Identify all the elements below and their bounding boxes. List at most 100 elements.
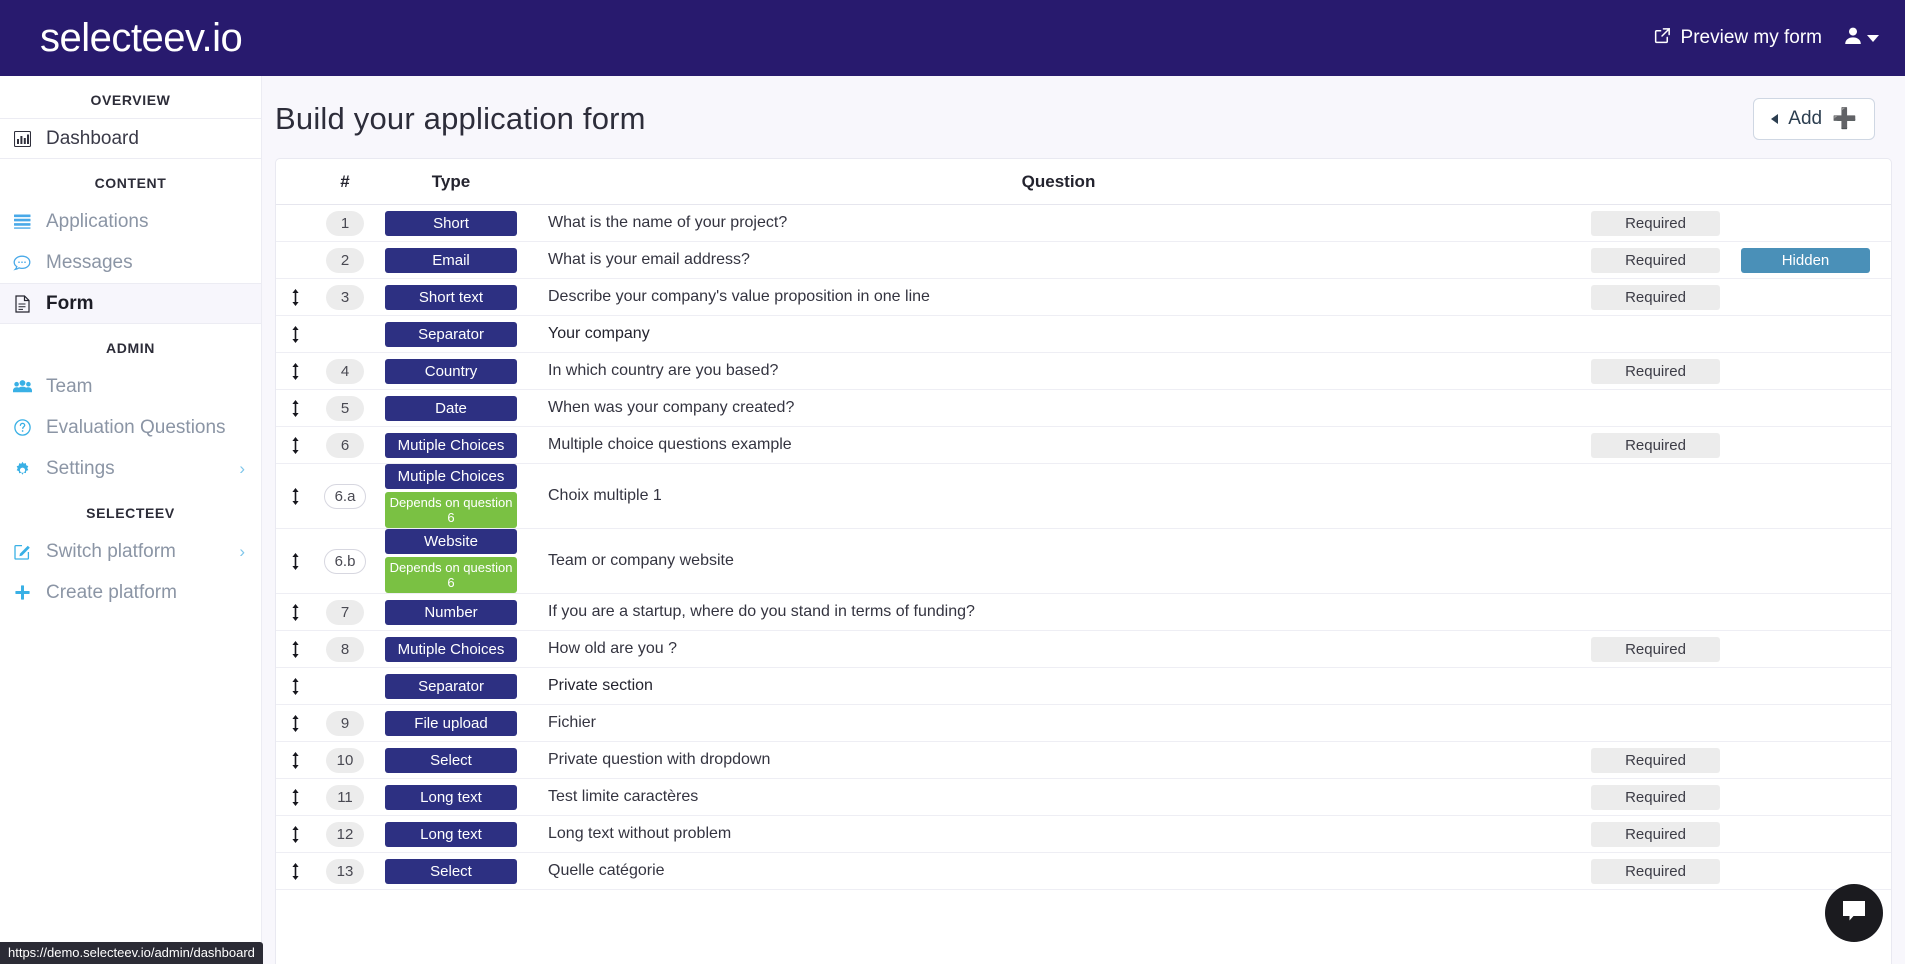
row-question-text[interactable]: Quelle catégorie xyxy=(526,862,1591,880)
drag-handle-icon[interactable] xyxy=(276,862,314,880)
table-row[interactable]: 5 Date When was your company created? xyxy=(276,390,1891,427)
sidebar-item-dashboard[interactable]: Dashboard xyxy=(0,118,261,159)
required-badge[interactable]: Required xyxy=(1591,284,1720,310)
drag-handle-icon[interactable] xyxy=(276,325,314,343)
row-number-badge: 5 xyxy=(326,395,364,421)
required-badge[interactable]: Required xyxy=(1591,636,1720,662)
drag-handle-icon[interactable] xyxy=(276,552,314,570)
question-type-badge[interactable]: Mutiple Choices xyxy=(385,464,517,489)
add-question-button[interactable]: Add ➕ xyxy=(1753,98,1875,140)
question-type-badge[interactable]: Date xyxy=(385,395,517,421)
sidebar-item-applications[interactable]: Applications xyxy=(0,201,261,242)
sidebar-item-evaluation-questions[interactable]: Evaluation Questions xyxy=(0,407,261,448)
drag-handle-icon[interactable] xyxy=(276,487,314,505)
required-badge[interactable]: Required xyxy=(1591,247,1720,273)
required-badge[interactable]: Required xyxy=(1591,821,1720,847)
question-type-badge[interactable]: Short text xyxy=(385,284,517,310)
sidebar-item-messages[interactable]: Messages xyxy=(0,242,261,283)
question-type-badge[interactable]: Separator xyxy=(385,321,517,347)
drag-handle-icon[interactable] xyxy=(276,677,314,695)
row-question-text[interactable]: Choix multiple 1 xyxy=(526,487,1591,505)
required-badge[interactable]: Required xyxy=(1591,858,1720,884)
row-question-text[interactable]: Private question with dropdown xyxy=(526,751,1591,769)
table-row[interactable]: 7 Number If you are a startup, where do yo… xyxy=(276,594,1891,631)
table-row[interactable]: 2 Email What is your email address? Require… xyxy=(276,242,1891,279)
table-row[interactable]: 9 File upload Fichier xyxy=(276,705,1891,742)
question-type-badge[interactable]: Website xyxy=(385,529,517,554)
question-type-badge[interactable]: Select xyxy=(385,858,517,884)
question-type-badge[interactable]: File upload xyxy=(385,710,517,736)
drag-handle-icon[interactable] xyxy=(276,640,314,658)
sidebar-item-form[interactable]: Form xyxy=(0,283,261,324)
row-question-text[interactable]: Your company xyxy=(526,325,1591,343)
row-type-cell: Separator xyxy=(376,673,526,699)
app-logo[interactable]: selecteev.io xyxy=(40,16,243,61)
table-row[interactable]: 1 Short What is the name of your project? R… xyxy=(276,205,1891,242)
hidden-badge[interactable]: Hidden xyxy=(1741,247,1870,273)
required-badge[interactable]: Required xyxy=(1591,784,1720,810)
table-row[interactable]: 3 Short text Describe your company's value… xyxy=(276,279,1891,316)
question-type-badge[interactable]: Mutiple Choices xyxy=(385,636,517,662)
row-question-text[interactable]: How old are you ? xyxy=(526,640,1591,658)
sidebar-item-label: Applications xyxy=(46,210,149,232)
question-type-badge[interactable]: Long text xyxy=(385,784,517,810)
table-row[interactable]: 12 Long text Long text without problem Requ… xyxy=(276,816,1891,853)
row-question-text[interactable]: Multiple choice questions example xyxy=(526,436,1591,454)
row-question-text[interactable]: Long text without problem xyxy=(526,825,1591,843)
table-row[interactable]: 8 Mutiple Choices How old are you ? Require… xyxy=(276,631,1891,668)
question-type-badge[interactable]: Separator xyxy=(385,673,517,699)
drag-handle-icon[interactable] xyxy=(276,362,314,380)
row-type-cell: Separator xyxy=(376,321,526,347)
table-row[interactable]: Separator Your company xyxy=(276,316,1891,353)
sidebar-item-create-platform[interactable]: Create platform xyxy=(0,572,261,613)
required-badge[interactable]: Required xyxy=(1591,210,1720,236)
table-row[interactable]: 10 Select Private question with dropdown Re… xyxy=(276,742,1891,779)
row-question-text[interactable]: Team or company website xyxy=(526,552,1591,570)
table-row[interactable]: 6.b Website Depends on question 6 Team or c… xyxy=(276,529,1891,594)
drag-handle-icon[interactable] xyxy=(276,825,314,843)
depends-on-badge[interactable]: Depends on question 6 xyxy=(385,492,517,528)
question-type-badge[interactable]: Short xyxy=(385,210,517,236)
question-type-badge[interactable]: Mutiple Choices xyxy=(385,432,517,458)
table-row[interactable]: 6 Mutiple Choices Multiple choice question… xyxy=(276,427,1891,464)
sidebar-item-switch-platform[interactable]: Switch platform › xyxy=(0,531,261,572)
row-question-text[interactable]: Fichier xyxy=(526,714,1591,732)
drag-handle-icon[interactable] xyxy=(276,714,314,732)
drag-handle-icon[interactable] xyxy=(276,399,314,417)
row-question-text[interactable]: Test limite caractères xyxy=(526,788,1591,806)
drag-handle-icon[interactable] xyxy=(276,751,314,769)
row-number-cell: 6 xyxy=(314,432,376,458)
question-type-badge[interactable]: Long text xyxy=(385,821,517,847)
preview-my-form-button[interactable]: Preview my form xyxy=(1653,26,1822,51)
sidebar-item-settings[interactable]: Settings › xyxy=(0,448,261,489)
chat-widget-button[interactable] xyxy=(1825,884,1883,942)
question-type-badge[interactable]: Select xyxy=(385,747,517,773)
row-question-text[interactable]: In which country are you based? xyxy=(526,362,1591,380)
drag-handle-icon[interactable] xyxy=(276,288,314,306)
drag-handle-icon[interactable] xyxy=(276,603,314,621)
row-question-text[interactable]: Private section xyxy=(526,677,1591,695)
question-type-badge[interactable]: Number xyxy=(385,599,517,625)
table-row[interactable]: Separator Private section xyxy=(276,668,1891,705)
row-question-text[interactable]: What is the name of your project? xyxy=(526,214,1591,232)
question-type-badge[interactable]: Email xyxy=(385,247,517,273)
row-question-text[interactable]: When was your company created? xyxy=(526,399,1591,417)
row-question-text[interactable]: Describe your company's value propositio… xyxy=(526,288,1591,306)
row-question-text[interactable]: If you are a startup, where do you stand… xyxy=(526,603,1591,621)
users-icon xyxy=(12,379,32,394)
drag-handle-icon[interactable] xyxy=(276,436,314,454)
required-badge[interactable]: Required xyxy=(1591,432,1720,458)
required-badge[interactable]: Required xyxy=(1591,358,1720,384)
table-row[interactable]: 6.a Mutiple Choices Depends on question 6 C… xyxy=(276,464,1891,529)
table-row[interactable]: 11 Long text Test limite caractères Require… xyxy=(276,779,1891,816)
row-number-cell: 11 xyxy=(314,784,376,810)
depends-on-badge[interactable]: Depends on question 6 xyxy=(385,557,517,593)
drag-handle-icon[interactable] xyxy=(276,788,314,806)
user-menu-button[interactable] xyxy=(1844,26,1879,50)
question-type-badge[interactable]: Country xyxy=(385,358,517,384)
table-row[interactable]: 4 Country In which country are you based? R… xyxy=(276,353,1891,390)
table-row[interactable]: 13 Select Quelle catégorie Required xyxy=(276,853,1891,890)
sidebar-item-team[interactable]: Team xyxy=(0,366,261,407)
row-question-text[interactable]: What is your email address? xyxy=(526,251,1591,269)
required-badge[interactable]: Required xyxy=(1591,747,1720,773)
